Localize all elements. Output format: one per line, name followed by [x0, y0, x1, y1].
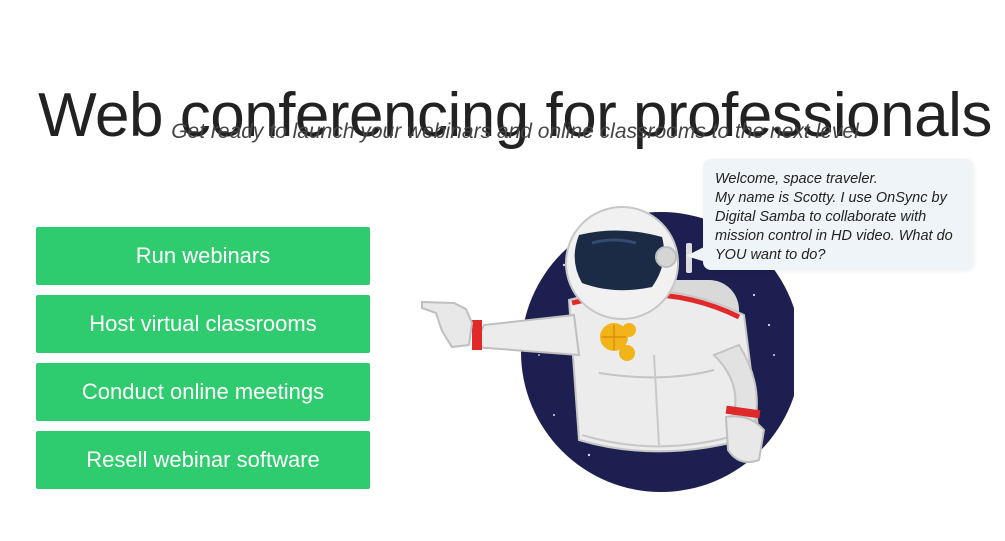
speech-line: Digital Samba to collaborate with [715, 209, 927, 225]
resell-webinar-software-button[interactable]: Resell webinar software [36, 431, 370, 489]
speech-line: mission control in HD video. What do [715, 228, 953, 244]
speech-line: YOU want to do? [715, 247, 826, 263]
conduct-online-meetings-button[interactable]: Conduct online meetings [36, 363, 370, 421]
speech-line: My name is Scotty. I use OnSync by [715, 190, 947, 206]
page-subtitle: Get ready to launch your webinars and on… [171, 120, 859, 143]
landing-page: Web conferencing for professionals Get r… [0, 0, 1005, 541]
host-virtual-classrooms-button[interactable]: Host virtual classrooms [36, 295, 370, 353]
speech-line: Welcome, space traveler. [715, 171, 878, 187]
speech-bubble: Welcome, space traveler. My name is Scot… [703, 159, 973, 270]
action-button-list: Run webinars Host virtual classrooms Con… [36, 227, 370, 499]
run-webinars-button[interactable]: Run webinars [36, 227, 370, 285]
